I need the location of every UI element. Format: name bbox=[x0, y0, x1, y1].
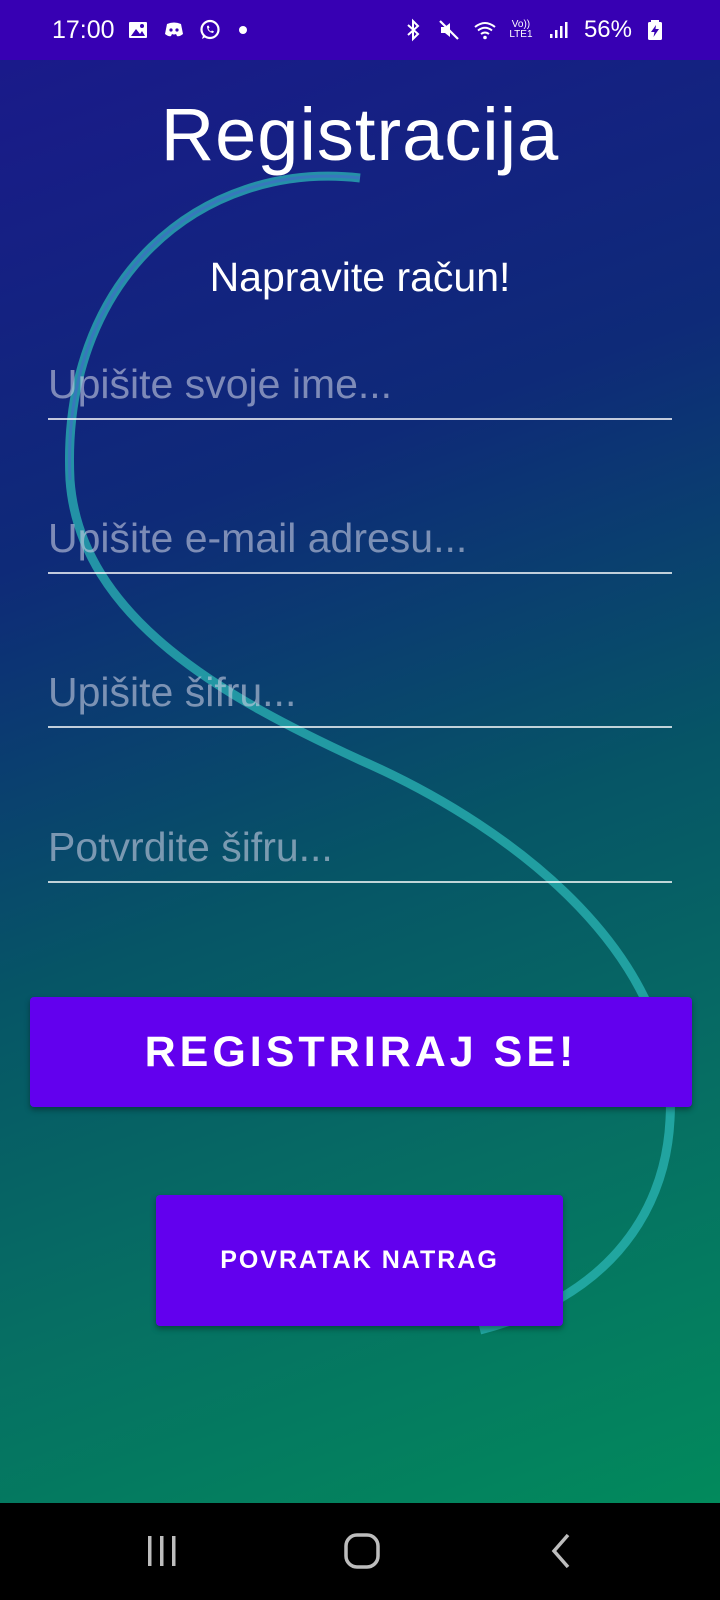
status-bar: 17:00 Vo)) LTE1 56% bbox=[0, 0, 720, 60]
notification-dot-icon bbox=[238, 26, 247, 34]
confirm-password-input[interactable] bbox=[48, 813, 672, 883]
registration-screen: Registracija Napravite račun! REGISTRIRA… bbox=[0, 60, 720, 1503]
recents-icon bbox=[148, 1536, 176, 1566]
home-icon bbox=[344, 1533, 380, 1569]
bluetooth-icon bbox=[400, 17, 426, 43]
name-input[interactable] bbox=[48, 350, 672, 420]
status-left: 17:00 bbox=[52, 16, 247, 45]
status-right: Vo)) LTE1 56% bbox=[400, 16, 668, 44]
volte-icon: Vo)) LTE1 bbox=[508, 20, 534, 40]
screen: 17:00 Vo)) LTE1 56% Registracija Napravi… bbox=[0, 0, 720, 1600]
gallery-icon bbox=[125, 17, 151, 43]
battery-percentage: 56% bbox=[583, 16, 632, 43]
status-time: 17:00 bbox=[52, 15, 115, 44]
whatsapp-icon bbox=[197, 17, 223, 43]
back-icon bbox=[551, 1533, 570, 1569]
signal-icon bbox=[544, 17, 570, 43]
discord-icon bbox=[161, 17, 187, 43]
recents-button[interactable] bbox=[122, 1521, 202, 1581]
volte-bottom-label: LTE1 bbox=[509, 29, 533, 40]
back-nav-button[interactable] bbox=[522, 1521, 602, 1581]
mute-icon bbox=[436, 17, 462, 43]
back-button[interactable]: POVRATAK NATRAG bbox=[156, 1195, 563, 1326]
page-title: Registracija bbox=[160, 93, 560, 176]
wifi-icon bbox=[472, 17, 498, 43]
register-button[interactable]: REGISTRIRAJ SE! bbox=[30, 997, 692, 1107]
navigation-bar bbox=[0, 1503, 720, 1600]
page-subtitle: Napravite račun! bbox=[209, 254, 511, 300]
password-input[interactable] bbox=[48, 658, 672, 728]
home-button[interactable] bbox=[322, 1521, 402, 1581]
email-input[interactable] bbox=[48, 504, 672, 574]
battery-icon bbox=[642, 17, 668, 43]
